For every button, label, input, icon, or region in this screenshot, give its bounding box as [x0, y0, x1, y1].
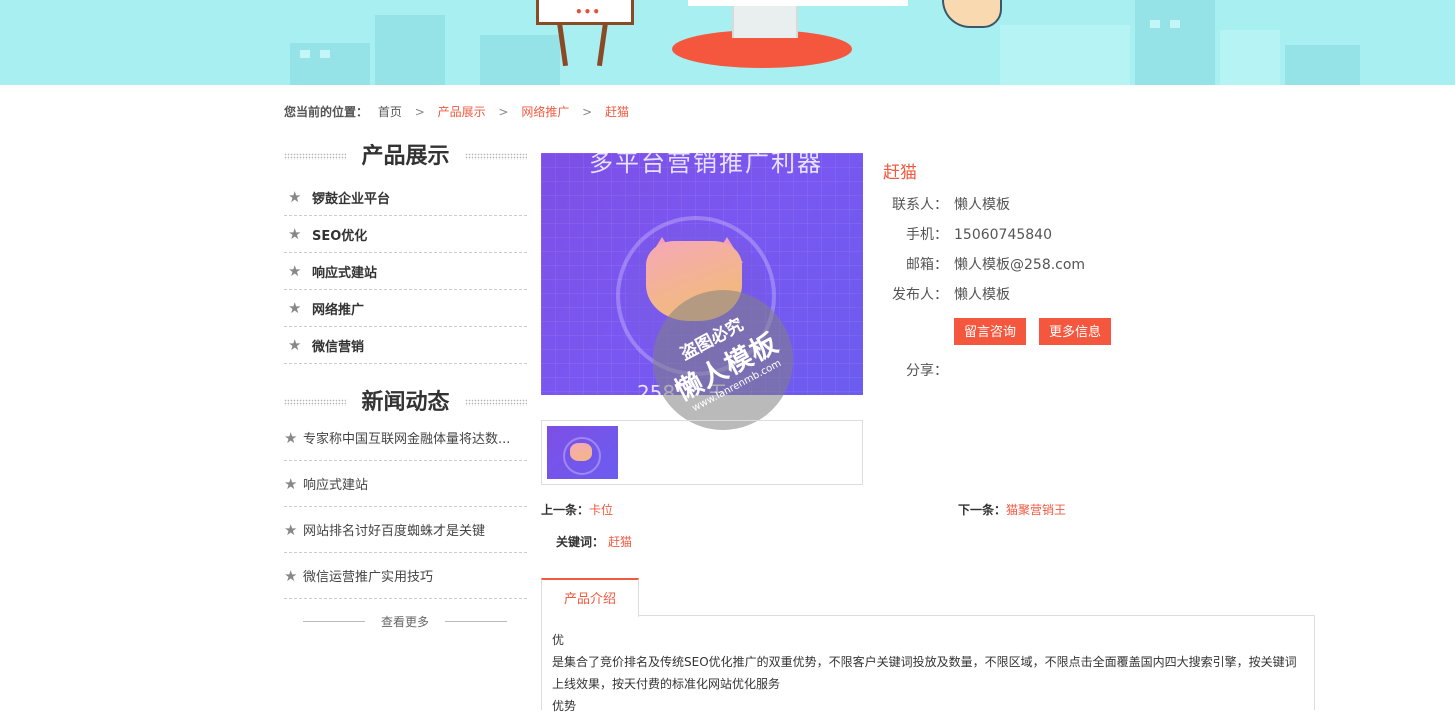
publisher-row: 发布人： 懒人模板 [883, 284, 1183, 304]
description-paragraph: 是集合了竞价排名及传统SEO优化推广的双重优势，不限客户关键词投放及数量，不限区… [552, 655, 1297, 691]
product-category-item[interactable]: ★ 锣鼓企业平台 [284, 179, 527, 216]
thumbnail-strip [541, 420, 863, 485]
prev-item: 上一条：卡位 [541, 501, 613, 518]
star-icon: ★ [284, 428, 298, 447]
products-heading: 产品展示 [284, 142, 527, 172]
product-image-headline: 多平台营销推广利器 [589, 153, 823, 177]
product-category-item[interactable]: ★ 响应式建站 [284, 253, 527, 290]
news-item[interactable]: ★ 专家称中国互联网金融体量将达数... [284, 415, 527, 461]
breadcrumb-products[interactable]: 产品展示 [438, 105, 486, 119]
product-title: 赶猫 [883, 163, 917, 183]
product-category-list: ★ 锣鼓企业平台 ★ SEO优化 ★ 响应式建站 ★ 网络推广 ★ 微信营销 [284, 179, 527, 364]
product-category-item[interactable]: ★ SEO优化 [284, 216, 527, 253]
field-value: 15060745840 [954, 227, 1052, 243]
news-list: ★ 专家称中国互联网金融体量将达数... ★ 响应式建站 ★ 网站排名讨好百度蜘蛛才是… [284, 415, 527, 599]
star-icon: ★ [284, 566, 298, 585]
product-category-label: 响应式建站 [312, 265, 378, 281]
breadcrumb-separator: > [414, 105, 425, 119]
news-item-title: 网站排名讨好百度蜘蛛才是关键 [303, 524, 486, 539]
news-item[interactable]: ★ 响应式建站 [284, 461, 527, 507]
star-icon: ★ [284, 474, 298, 493]
breadcrumb: 您当前的位置： 首页 > 产品展示 > 网络推广 > 赶猫 [284, 103, 629, 120]
prev-label: 上一条： [541, 503, 590, 517]
news-item[interactable]: ★ 网站排名讨好百度蜘蛛才是关键 [284, 507, 527, 553]
breadcrumb-home[interactable]: 首页 [378, 105, 402, 119]
next-link[interactable]: 猫聚营销王 [1006, 503, 1066, 517]
star-icon: ★ [288, 188, 302, 206]
star-icon: ★ [288, 262, 302, 280]
field-value: 懒人模板@258.com [954, 257, 1086, 273]
keywords-label: 关键词： [556, 535, 605, 549]
news-title: 新闻动态 [361, 390, 450, 415]
contact-row: 联系人： 懒人模板 [883, 194, 1183, 214]
breadcrumb-label: 您当前的位置： [284, 105, 369, 119]
share-row: 分享： [883, 360, 1183, 380]
product-category-label: 锣鼓企业平台 [312, 191, 391, 207]
field-value: 懒人模板 [954, 287, 1010, 303]
products-title: 产品展示 [361, 144, 450, 169]
product-description: 优 是集合了竞价排名及传统SEO优化推广的双重优势，不限客户关键词投放及数量，不… [552, 629, 1307, 717]
news-item-title: 微信运营推广实用技巧 [303, 570, 434, 585]
breadcrumb-current[interactable]: 赶猫 [605, 105, 629, 119]
star-icon: ★ [284, 520, 298, 539]
share-label: 分享： [906, 363, 948, 379]
description-paragraph: 优势 [552, 699, 577, 713]
breadcrumb-separator: > [498, 105, 509, 119]
star-icon: ★ [288, 225, 302, 243]
prev-link[interactable]: 卡位 [589, 503, 613, 517]
email-row: 邮箱： 懒人模板@258.com [883, 254, 1183, 274]
star-icon: ★ [288, 336, 302, 354]
product-thumbnail[interactable] [547, 426, 618, 479]
breadcrumb-separator: > [582, 105, 593, 119]
product-category-label: 网络推广 [312, 302, 365, 318]
product-category-label: 微信营销 [312, 339, 365, 355]
breadcrumb-category[interactable]: 网络推广 [521, 105, 569, 119]
news-item[interactable]: ★ 微信运营推广实用技巧 [284, 553, 527, 599]
news-heading: 新闻动态 [284, 388, 527, 418]
keyword-link[interactable]: 赶猫 [608, 535, 632, 549]
field-label: 邮箱： [906, 257, 948, 273]
product-category-label: SEO优化 [312, 228, 368, 244]
product-category-item[interactable]: ★ 网络推广 [284, 290, 527, 327]
consult-button[interactable]: 留言咨询 [954, 318, 1027, 345]
news-item-title: 响应式建站 [303, 478, 369, 493]
description-paragraph: 优 [552, 633, 565, 647]
product-category-item[interactable]: ★ 微信营销 [284, 327, 527, 364]
header-banner: ••• [0, 0, 1455, 85]
field-label: 联系人： [892, 197, 948, 213]
news-item-title: 专家称中国互联网金融体量将达数... [303, 432, 511, 447]
more-info-button[interactable]: 更多信息 [1039, 318, 1112, 345]
field-label: 手机： [906, 227, 948, 243]
next-label: 下一条： [958, 503, 1007, 517]
star-icon: ★ [288, 299, 302, 317]
field-value: 懒人模板 [954, 197, 1010, 213]
field-label: 发布人： [892, 287, 948, 303]
phone-row: 手机： 15060745840 [883, 224, 1183, 244]
next-item: 下一条：猫聚营销王 [958, 501, 1066, 518]
keywords: 关键词： 赶猫 [556, 533, 632, 550]
tab-product-intro[interactable]: 产品介绍 [541, 578, 639, 617]
view-more-link[interactable]: 查看更多 [303, 613, 507, 629]
